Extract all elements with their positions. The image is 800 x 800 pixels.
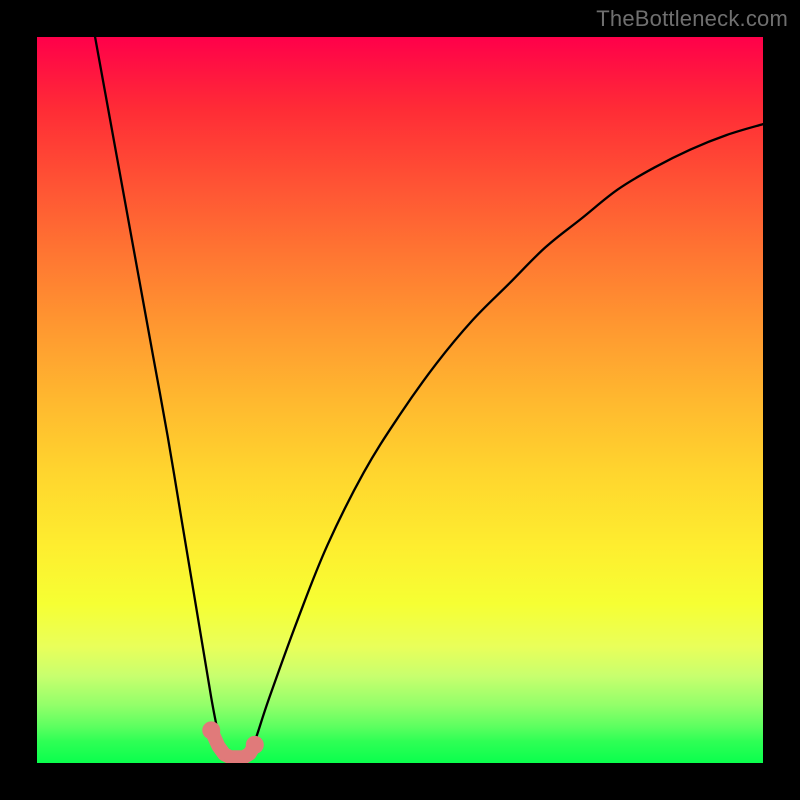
marker-dot <box>246 736 264 754</box>
chart-frame: TheBottleneck.com <box>0 0 800 800</box>
bottleneck-curve <box>95 37 763 760</box>
bottleneck-curve-svg <box>37 37 763 763</box>
marker-dot <box>218 748 230 760</box>
marker-dot <box>238 751 250 763</box>
marker-connector <box>211 730 255 757</box>
marker-dot <box>244 748 256 760</box>
marker-dot <box>202 721 220 739</box>
plot-area <box>37 37 763 763</box>
watermark-label: TheBottleneck.com <box>596 6 788 32</box>
marker-dot <box>213 740 225 752</box>
marker-dot <box>224 751 236 763</box>
